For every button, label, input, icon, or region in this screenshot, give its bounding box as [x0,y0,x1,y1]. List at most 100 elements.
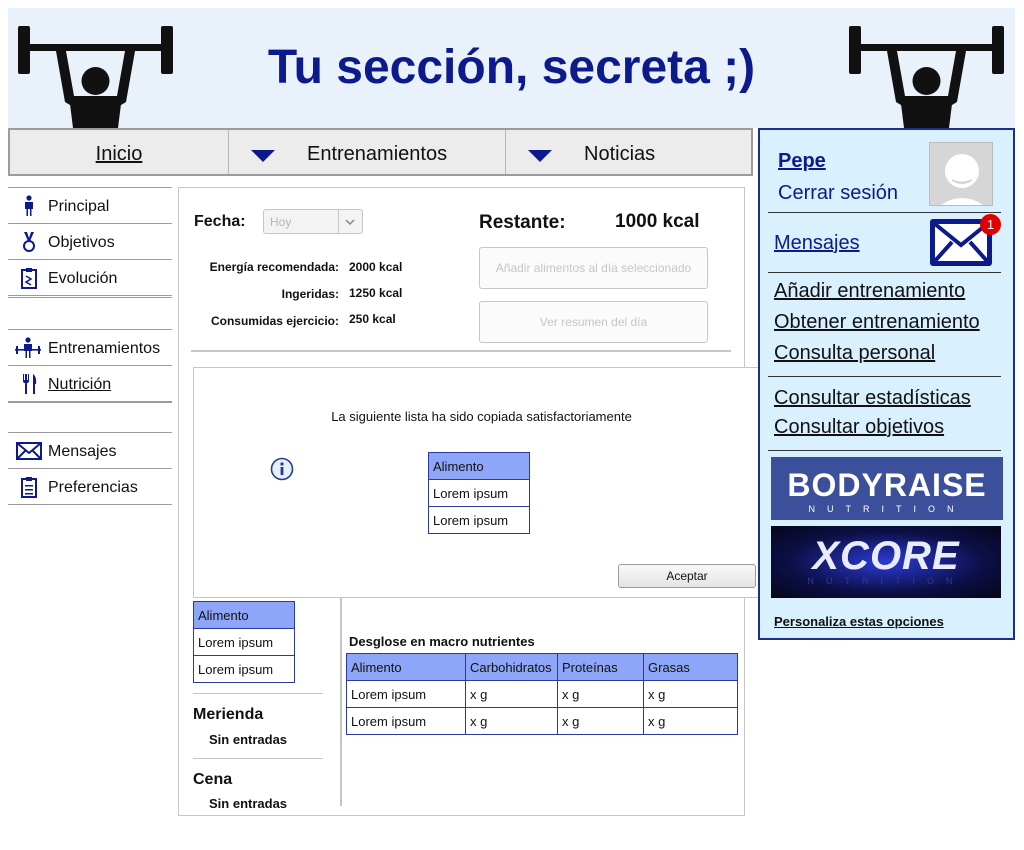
stat-value-ingeridas: 1250 kcal [349,286,403,300]
meal-status-cena: Sin entradas [209,796,288,811]
rightbar-divider [768,376,1001,377]
table-cell: Lorem ipsum [428,506,530,534]
sidebar-item-label: Objetivos [48,234,115,251]
stat-value-energia: 2000 kcal [349,260,403,274]
nav-entrenamientos-label: Entrenamientos [307,143,448,165]
macro-header-carbohidratos: Carbohidratos [465,653,558,681]
dialog-message: La siguiente lista ha sido copiada satis… [331,409,632,424]
sidebar-item-objetivos[interactable]: Objetivos [8,224,172,260]
logout-link[interactable]: Cerrar sesión [778,182,898,205]
sidebar-item-principal[interactable]: Principal [8,188,172,224]
avatar[interactable] [929,142,993,206]
rightbar-divider [768,272,1001,273]
sidebar-item-label: Entrenamientos [48,340,161,357]
sidebar-item-evolucion[interactable]: Evolución [8,260,172,296]
medal-icon [23,232,35,252]
rightbar-divider [768,450,1001,451]
messages-badge: 1 [980,214,1001,235]
top-navigation: Inicio Entrenamientos Noticias [8,128,753,176]
macro-table: Alimento Carbohidratos Proteínas Grasas … [346,653,738,735]
envelope-icon [16,442,42,460]
nav-noticias-dropdown[interactable]: Noticias [506,130,751,174]
column-divider [340,593,342,806]
meal-divider [193,758,323,759]
add-food-button[interactable]: Añadir alimentos al día seleccionado [479,247,708,289]
username-link[interactable]: Pepe [778,150,826,173]
meal-divider [193,693,323,694]
sidebar-item-entrenamientos[interactable]: Entrenamientos [8,330,172,366]
copied-list-table: Alimento Lorem ipsum Lorem ipsum [428,452,530,534]
stat-value-consumidas: 250 kcal [349,312,396,326]
macro-header-alimento: Alimento [346,653,466,681]
person-icon [25,195,33,216]
table-cell: x g [643,707,738,735]
page-header: Tu sección, secreta ;) [8,8,1015,128]
copy-success-dialog: La siguiente lista ha sido copiada satis… [193,367,768,598]
chevron-down-icon [251,150,275,162]
table-row[interactable]: Lorem ipsum [193,655,295,683]
sidebar-divider [8,297,172,298]
nav-entrenamientos-dropdown[interactable]: Entrenamientos [229,130,505,174]
day-summary-button[interactable]: Ver resumen del día [479,301,708,343]
table-cell: Lorem ipsum [346,707,466,735]
table-row: Lorem ipsum [428,506,530,534]
chevron-down-icon [528,150,552,162]
table-cell: Lorem ipsum [193,655,295,683]
sidebar-item-mensajes[interactable]: Mensajes [8,433,172,469]
rightbar-divider [768,212,1001,213]
select-divider [338,210,339,233]
macro-header-proteinas: Proteínas [557,653,644,681]
user-sidebar: Pepe Cerrar sesión Mensajes 1 Añadir ent… [758,128,1015,640]
nav-inicio[interactable]: Inicio [10,130,228,174]
meal-title-merienda: Merienda [193,706,264,723]
messages-link[interactable]: Mensajes [774,232,860,255]
chevron-down-icon [345,219,355,226]
clipboard-list-icon [21,477,37,498]
ad-bodyraise-banner[interactable]: BODYRAISE NUTRITION [771,457,1003,520]
ad-xcore-title: XCORE [812,534,960,578]
sidebar-item-label: Nutrición [48,376,112,393]
food-table-header: Alimento [193,601,295,629]
personal-consult-link[interactable]: Consulta personal [774,342,935,365]
stat-label-ingeridas: Ingeridas: [281,287,339,301]
meal-title-cena: Cena [193,771,233,788]
fecha-select[interactable]: Hoy [263,209,363,234]
nav-noticias-label: Noticias [584,143,656,165]
info-icon [270,457,294,481]
table-row[interactable]: Lorem ipsum x g x g x g [346,707,738,735]
restante-label: Restante: [479,212,566,233]
get-training-link[interactable]: Obtener entrenamiento [774,311,980,334]
table-row[interactable]: Lorem ipsum [193,628,295,656]
table-cell: x g [465,707,558,735]
table-row[interactable]: Lorem ipsum x g x g x g [346,680,738,708]
table-cell: x g [557,680,644,708]
add-training-link[interactable]: Añadir entrenamiento [774,280,965,303]
table-cell: Lorem ipsum [193,628,295,656]
sidebar-item-preferencias[interactable]: Preferencias [8,469,172,505]
copied-table-header: Alimento [428,452,530,480]
sidebar-item-label: Evolución [48,270,118,287]
goals-link[interactable]: Consultar objetivos [774,416,944,439]
section-divider [191,350,731,352]
user-avatar-icon [941,154,983,205]
table-cell: x g [557,707,644,735]
customize-options-link[interactable]: Personaliza estas opciones [774,614,944,629]
table-cell: Lorem ipsum [346,680,466,708]
meal-status-merienda: Sin entradas [209,732,288,747]
weightlifter-logo-right [849,26,1004,128]
fork-knife-icon [23,374,37,394]
accept-button[interactable]: Aceptar [618,564,756,588]
fecha-label: Fecha: [194,213,246,230]
sidebar-item-label: Preferencias [48,479,138,496]
sidebar-item-nutricion[interactable]: Nutrición [8,366,172,402]
statistics-link[interactable]: Consultar estadísticas [774,387,971,410]
dumbbell-person-icon [15,337,41,358]
restante-value: 1000 kcal [615,211,700,232]
ad-xcore-subtitle: NUTRITION [807,576,965,586]
sidebar-item-label: Mensajes [48,443,117,460]
ad-bodyraise-title: BODYRAISE [787,467,987,503]
ad-xcore-banner[interactable]: XCORE NUTRITION [771,526,1001,598]
table-row: Lorem ipsum [428,479,530,507]
fecha-select-value: Hoy [270,215,292,229]
sidebar-divider [8,402,172,403]
